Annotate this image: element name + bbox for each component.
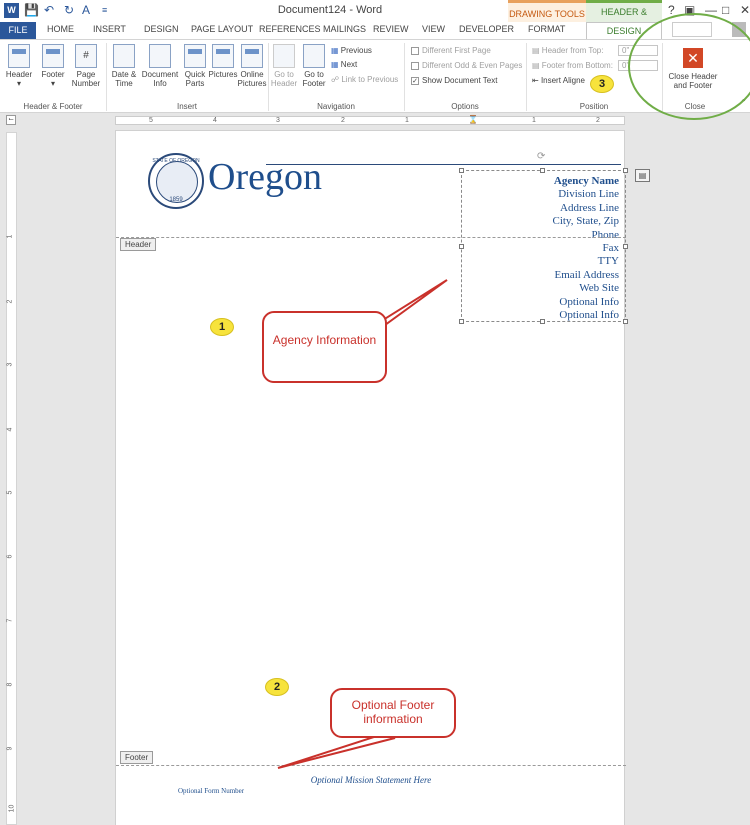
seal-top-text: STATE OF OREGON xyxy=(152,158,200,164)
step-badge-2: 2 xyxy=(265,678,289,696)
step-badge-3: 3 xyxy=(590,75,614,93)
callout-agency-information: Agency Information xyxy=(262,311,387,383)
callout-pointer-footer xyxy=(277,733,396,769)
step-badge-1: 1 xyxy=(210,318,234,336)
callout-optional-footer: Optional Footer information xyxy=(330,688,456,738)
seal-year-text: 1859 xyxy=(169,197,183,203)
close-header-highlight-circle xyxy=(628,13,750,120)
